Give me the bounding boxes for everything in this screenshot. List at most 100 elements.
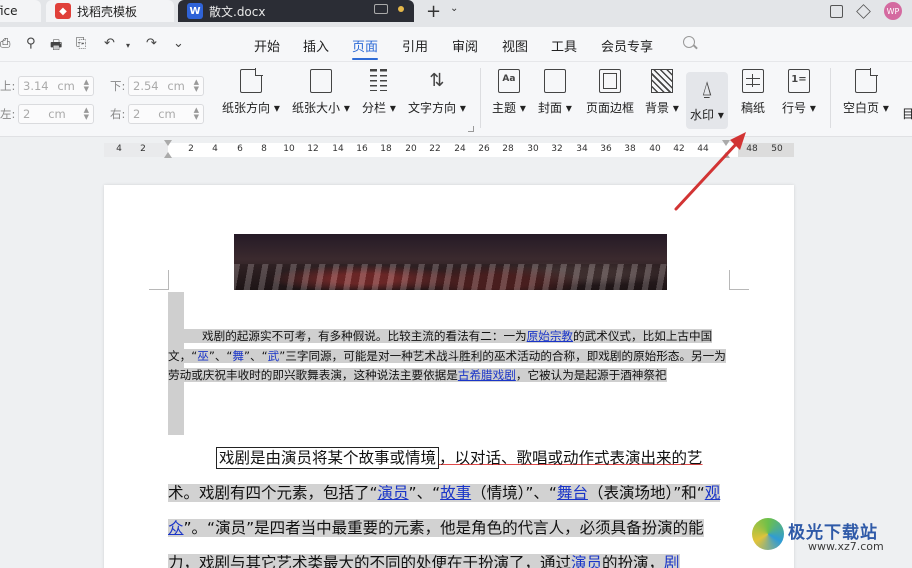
link-primitive-religion[interactable]: 原始宗教 [527,329,573,343]
menu-reference[interactable]: 引用 [402,36,428,55]
boxed-phrase[interactable]: 戏剧是由演员将某个故事或情境 [216,447,440,469]
tab-office[interactable]: fice [0,0,41,22]
paper-size-button[interactable]: 纸张大小 ▾ [292,69,350,116]
spinner-icon[interactable]: ▲ ▼ [194,79,199,93]
columns-label: 分栏 [362,101,387,115]
margin-top-label: 上: [0,79,16,93]
theme-button[interactable]: Aa 主题 ▾ [492,69,526,116]
theme-label: 主题 [492,101,517,115]
undo-dropdown-icon[interactable]: ▾ [126,41,130,50]
tab-document[interactable]: W 散文.docx [178,0,414,22]
toc-button-cut[interactable]: 目 [902,105,912,122]
ruler-number: 36 [600,144,612,154]
text-direction-icon: ⇅ [429,70,445,91]
link-icon[interactable]: ⚲ [26,36,36,51]
horizontal-ruler[interactable]: 4 2 2 4 6 8 10 12 14 16 18 20 22 24 26 2… [104,140,794,159]
chevron-down-icon[interactable]: ⌄ [450,3,458,14]
cover-label: 封面 [538,101,563,115]
line-number-button[interactable]: 1= 行号 ▾ [782,69,816,116]
menu-page[interactable]: 页面 [352,36,378,55]
ruler-number: 24 [454,144,466,154]
crop-mark-top-left [149,270,169,290]
margin-right-input[interactable]: 2 cm ▲ ▼ [128,104,204,124]
background-button[interactable]: 背景 ▾ [645,69,679,116]
dialog-launcher-icon[interactable] [468,126,474,132]
paper-size-label: 纸张大小 [292,101,341,115]
print-preview-icon[interactable]: ⎘ [76,36,86,51]
orientation-label: 纸张方向 [222,101,271,115]
margin-top-field: 上: 3.14 cm ▲ ▼ [0,76,94,96]
indent-marker-right[interactable] [722,140,731,159]
orientation-button[interactable]: 纸张方向 ▾ [222,68,280,116]
menu-tools[interactable]: 工具 [551,36,577,55]
ruler-number: 30 [527,144,539,154]
theme-icon: Aa [497,69,520,93]
indent-marker-left[interactable] [164,140,173,159]
p2-text: （表演场地）”和“ [587,484,705,502]
text-direction-button[interactable]: ⇅ 文字方向 ▾ [408,69,466,116]
cover-button[interactable]: 封面 ▾ [538,69,572,116]
sidebar-toggle-icon[interactable] [830,4,843,18]
spinner-icon[interactable]: ▲ ▼ [194,107,199,121]
word-wu-shaman: 巫 [197,348,209,363]
margin-left-field: 左: 2 cm ▲ ▼ [0,104,94,124]
print-icon[interactable]: 🖶 [50,36,62,58]
manuscript-paper-button[interactable]: 稿纸 [741,69,765,116]
watermark-button[interactable]: ⍙ 水印 ▾ [686,72,728,129]
menu-review[interactable]: 审阅 [452,36,478,55]
page-ribbon: 上: 3.14 cm ▲ ▼ 下: 2.54 cm ▲ ▼ 左: 2 cm ▲ ▼ 右… [0,62,912,137]
ruler-number: 28 [502,144,514,154]
blank-page-button[interactable]: 空白页 ▾ [843,68,889,116]
search-icon[interactable] [683,36,695,48]
margin-top-input[interactable]: 3.14 cm ▲ ▼ [18,76,94,96]
new-tab-button[interactable]: + [426,1,441,22]
ruler-number: 12 [307,144,319,154]
site-watermark-logo: 极光下载站 www.xz7.com [752,514,912,568]
link-actor-2[interactable]: 演员 [571,554,602,568]
spinner-icon[interactable]: ▲ ▼ [84,107,89,121]
background-icon [650,69,673,93]
tab-bar: fice ◆ 找稻壳模板 W 散文.docx + ⌄ WP [0,0,912,27]
menu-membership[interactable]: 会员专享 [601,36,653,55]
link-stage[interactable]: 舞台 [557,484,588,502]
page-border-button[interactable]: 页面边框 [586,69,634,116]
word-wu-dance: 舞 [232,348,245,363]
menu-view[interactable]: 视图 [502,36,528,55]
tab-office-label: fice [0,4,18,18]
margin-bottom-input[interactable]: 2.54 cm ▲ ▼ [128,76,204,96]
margin-right-label: 右: [110,107,126,121]
margin-left-input[interactable]: 2 cm ▲ ▼ [18,104,94,124]
ruler-number: 42 [673,144,685,154]
spinner-icon[interactable]: ▲ ▼ [84,79,89,93]
cube-icon[interactable] [856,3,871,19]
link-greek-drama[interactable]: 古希腊戏剧 [458,368,516,382]
link-drama[interactable]: 剧 [664,554,680,568]
undo-icon[interactable]: ↶ [104,36,115,51]
columns-button[interactable]: 分栏 ▾ [362,69,396,116]
document-page[interactable]: 戏剧的起源实不可考，有多种假说。比较主流的看法有二：一为原始宗教的武术仪式，比如… [104,185,794,568]
monitor-icon[interactable] [374,4,388,14]
save-icon[interactable]: ⎙ [0,36,10,51]
tab-templates[interactable]: ◆ 找稻壳模板 [46,0,174,22]
wps-writer-icon: W [187,3,203,19]
window-controls: WP [830,0,912,22]
ruler-number: 4 [212,144,218,154]
header-image[interactable] [234,234,667,290]
menu-insert[interactable]: 插入 [303,36,329,55]
margin-bottom-label: 下: [110,79,126,93]
more-chevron-icon[interactable]: ⌄ [173,36,184,51]
avatar[interactable]: WP [884,2,902,20]
ruler-number: 48 [746,144,758,154]
ruler-number: 6 [237,144,243,154]
ruler-number: 18 [380,144,392,154]
docer-icon: ◆ [55,3,71,19]
link-actor[interactable]: 演员 [378,484,409,502]
paragraph-origin[interactable]: 戏剧的起源实不可考，有多种假说。比较主流的看法有二：一为原始宗教的武术仪式，比如… [168,327,728,386]
menu-home[interactable]: 开始 [254,36,280,55]
ruler-number: 14 [332,144,344,154]
link-story[interactable]: 故事 [440,484,471,502]
redo-icon[interactable]: ↷ [146,36,157,51]
margin-left-label: 左: [0,107,16,121]
ribbon-separator [830,68,831,128]
paragraph-definition[interactable]: 戏剧是由演员将某个故事或情境 ，以对话、歌唱或动作式表演出来的艺术。戏剧有四个元素… [168,441,728,568]
